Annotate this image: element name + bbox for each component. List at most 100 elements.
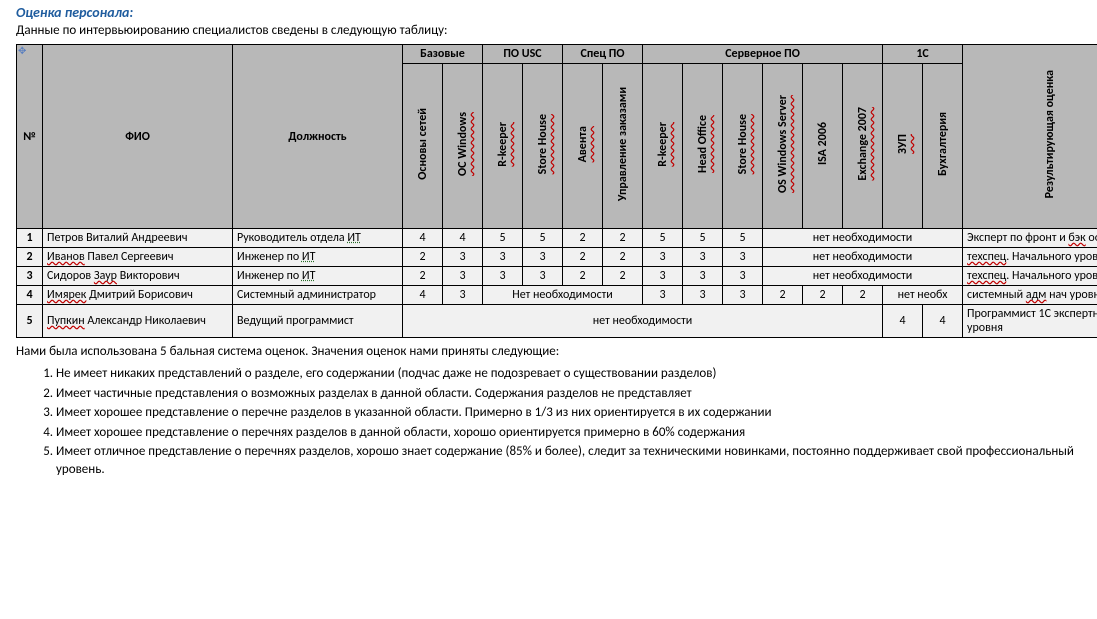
score-cell: 2 — [603, 229, 643, 248]
score-cell: 3 — [443, 267, 483, 286]
score-cell: 3 — [523, 248, 563, 267]
score-cell: 2 — [603, 248, 643, 267]
row-fio: Имярек Дмитрий Борисович — [43, 286, 233, 305]
col-fio: ФИО — [43, 45, 233, 229]
score-cell: 3 — [723, 248, 763, 267]
table-row: 4Имярек Дмитрий БорисовичСистемный админ… — [17, 286, 1097, 305]
table-row: 2Иванов Павел СергеевичИнженер по ИТ2333… — [17, 248, 1097, 267]
score-cell: 3 — [723, 286, 763, 305]
section-title: Оценка персонала: — [16, 4, 1081, 21]
merged-cell: нет необходимости — [763, 229, 963, 248]
score-cell: 2 — [803, 286, 843, 305]
col-pos: Должность — [233, 45, 403, 229]
skill-rkeeper2: R-keeper — [643, 64, 683, 229]
row-number: 5 — [17, 305, 43, 338]
row-number: 1 — [17, 229, 43, 248]
group-1c: 1С — [883, 45, 963, 64]
row-fio: Иванов Павел Сергеевич — [43, 248, 233, 267]
skill-zup: ЗУП — [883, 64, 923, 229]
row-fio: Сидоров Заур Викторович — [43, 267, 233, 286]
legend-intro: Нами была использована 5 бальная система… — [16, 344, 1081, 359]
score-cell: 3 — [483, 248, 523, 267]
score-cell: 4 — [443, 229, 483, 248]
score-cell: 3 — [643, 248, 683, 267]
legend-item: Имеет отличное представление о перечнях … — [56, 443, 1081, 478]
skill-storehouse: Store House — [523, 64, 563, 229]
skill-exchange: Exchange 2007 — [843, 64, 883, 229]
score-cell: 3 — [723, 267, 763, 286]
row-position: Ведущий программист — [233, 305, 403, 338]
skill-orders: Управление заказами — [603, 64, 643, 229]
score-cell: 2 — [843, 286, 883, 305]
score-cell: 2 — [563, 267, 603, 286]
group-usc: ПО USC — [483, 45, 563, 64]
score-cell: 3 — [523, 267, 563, 286]
score-cell: 3 — [683, 267, 723, 286]
score-cell: 3 — [443, 286, 483, 305]
skill-buh: Бухгалтерия — [923, 64, 963, 229]
table-row: 3Сидоров Заур ВикторовичИнженер по ИТ233… — [17, 267, 1097, 286]
table-row: 1Петров Виталий АндреевичРуководитель от… — [17, 229, 1097, 248]
skill-winserver: OS Windows Server — [763, 64, 803, 229]
score-cell: 5 — [643, 229, 683, 248]
skill-net: Основы сетей — [403, 64, 443, 229]
score-cell: 4 — [403, 286, 443, 305]
row-result: Эксперт по фронт и бэк офису — [963, 229, 1097, 248]
score-cell: 3 — [683, 248, 723, 267]
merged-cell: нет необходимости — [763, 267, 963, 286]
skill-storehouse2: Store House — [723, 64, 763, 229]
table-anchor-icon: ✥ — [18, 44, 26, 57]
score-cell: 2 — [763, 286, 803, 305]
legend-item: Не имеет никаких представлений о разделе… — [56, 365, 1081, 383]
row-position: Руководитель отдела ИТ — [233, 229, 403, 248]
skill-isa: ISA 2006 — [803, 64, 843, 229]
merged-cell: нет необходимости — [763, 248, 963, 267]
rating-legend: Не имеет никаких представлений о разделе… — [56, 365, 1081, 478]
score-cell: 3 — [683, 286, 723, 305]
skill-headoffice: Head Office — [683, 64, 723, 229]
group-server: Серверное ПО — [643, 45, 883, 64]
score-cell: 5 — [683, 229, 723, 248]
table-row: 5Пупкин Александр НиколаевичВедущий прог… — [17, 305, 1097, 338]
score-cell: 2 — [603, 267, 643, 286]
score-cell: 3 — [483, 267, 523, 286]
score-cell: 4 — [923, 305, 963, 338]
skill-oswin: ОС Windows — [443, 64, 483, 229]
legend-item: Имеет частичные представления о возможны… — [56, 385, 1081, 403]
merged-cell: нет необходимости — [403, 305, 883, 338]
legend-item: Имеет хорошее представление о перечне ра… — [56, 404, 1081, 422]
merged-cell: Нет необходимости — [483, 286, 643, 305]
score-cell: 2 — [403, 267, 443, 286]
group-base: Базовые — [403, 45, 483, 64]
col-result: Результирующая оценка — [963, 45, 1097, 229]
skill-aventa: Авента — [563, 64, 603, 229]
row-position: Инженер по ИТ — [233, 248, 403, 267]
score-cell: 5 — [483, 229, 523, 248]
score-cell: 5 — [723, 229, 763, 248]
score-cell: 2 — [563, 248, 603, 267]
row-number: 3 — [17, 267, 43, 286]
col-num: № — [17, 45, 43, 229]
score-cell: 2 — [563, 229, 603, 248]
row-result: техспец. Начального уровня — [963, 267, 1097, 286]
row-fio: Петров Виталий Андреевич — [43, 229, 233, 248]
row-position: Системный администратор — [233, 286, 403, 305]
row-fio: Пупкин Александр Николаевич — [43, 305, 233, 338]
skill-rkeeper: R-keeper — [483, 64, 523, 229]
row-result: техспец. Начального уровня — [963, 248, 1097, 267]
score-cell: 4 — [883, 305, 923, 338]
score-cell: 3 — [643, 267, 683, 286]
row-result: Программист 1С экспертного уровня — [963, 305, 1097, 338]
score-cell: 2 — [403, 248, 443, 267]
legend-item: Имеет хорошее представление о перечнях р… — [56, 424, 1081, 442]
score-cell: 5 — [523, 229, 563, 248]
row-number: 4 — [17, 286, 43, 305]
assessment-table: № ФИО Должность Базовые ПО USC Спец ПО С… — [16, 44, 1097, 338]
row-result: системный адм нач уровня — [963, 286, 1097, 305]
row-position: Инженер по ИТ — [233, 267, 403, 286]
score-cell: 4 — [403, 229, 443, 248]
row-number: 2 — [17, 248, 43, 267]
score-cell: 3 — [643, 286, 683, 305]
group-spec: Спец ПО — [563, 45, 643, 64]
intro-text: Данные по интервьюированию специалистов … — [16, 23, 1081, 38]
